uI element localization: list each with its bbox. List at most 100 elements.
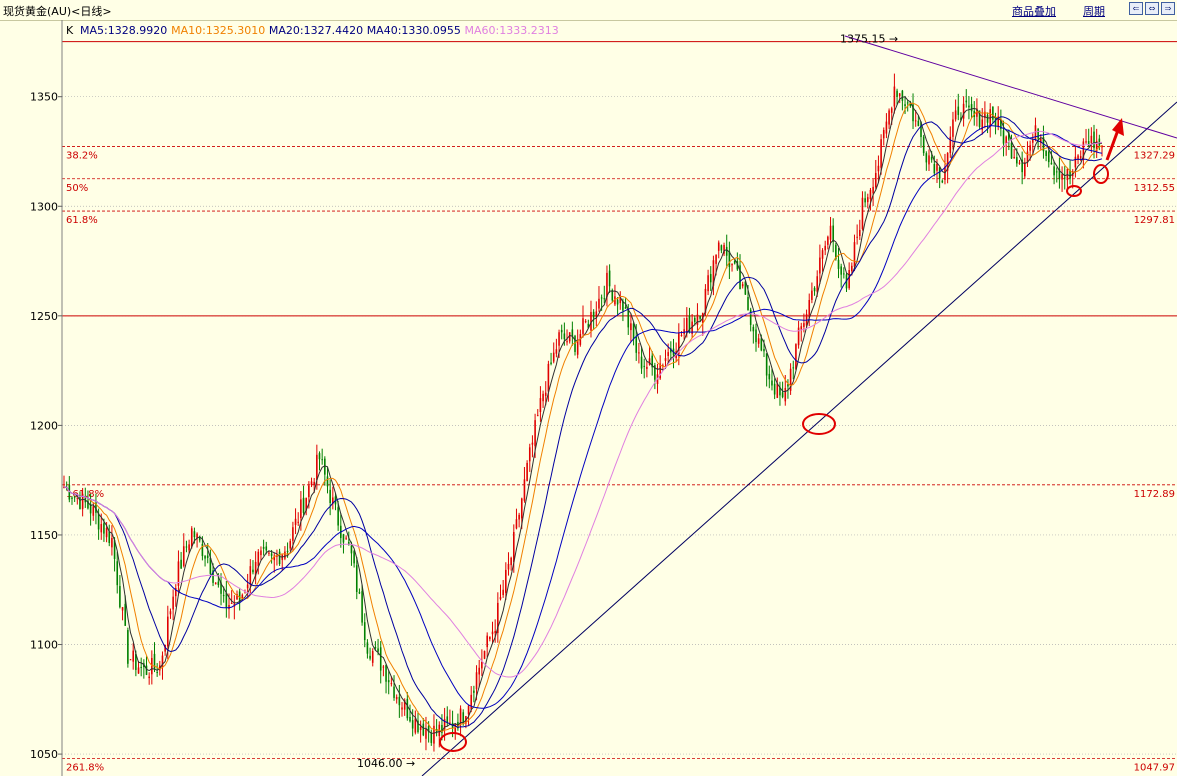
candle-body xyxy=(781,392,784,398)
candle-body xyxy=(214,582,217,584)
candle-body xyxy=(566,341,568,343)
candle-body xyxy=(379,647,382,671)
candle-body xyxy=(720,245,723,251)
candle-body xyxy=(92,506,95,516)
y-tick-label: 1250 xyxy=(30,310,58,323)
candle-body xyxy=(874,172,877,188)
candle-body xyxy=(840,266,842,275)
candle-body xyxy=(108,531,111,543)
fib-price-label: 1312.55 xyxy=(1134,183,1175,194)
candle-body xyxy=(222,595,225,597)
ma5-line xyxy=(63,96,1103,734)
fib-level-label: 61.8% xyxy=(66,215,98,226)
candle-body xyxy=(182,546,185,566)
legend-k-label: K xyxy=(66,24,74,37)
candle-body xyxy=(204,555,206,559)
y-tick-label: 1300 xyxy=(30,200,58,213)
candle-body xyxy=(938,167,941,179)
candle-body xyxy=(297,521,300,523)
y-tick-label: 1100 xyxy=(30,639,58,652)
fib-price-label: 1172.89 xyxy=(1134,489,1175,500)
candle-body xyxy=(914,120,917,122)
candle-body xyxy=(768,373,771,380)
candle-body xyxy=(1061,174,1063,180)
scroll-right-button[interactable]: ⇒ xyxy=(1161,2,1175,15)
candle-body xyxy=(145,665,148,675)
candle-body xyxy=(260,550,262,556)
candle-body xyxy=(97,513,100,530)
candle-body xyxy=(358,592,361,594)
candle-body xyxy=(355,565,358,593)
candlestick-chart[interactable]: 38.2%1327.2950%1312.5561.8%1297.81161.8%… xyxy=(0,20,1177,776)
ma-legend: K MA5:1328.9920 MA10:1325.3010 MA20:1327.44… xyxy=(66,24,559,37)
candle-body xyxy=(526,462,528,482)
candle-body xyxy=(185,546,188,548)
candle-body xyxy=(925,153,928,163)
candle-body xyxy=(188,544,190,551)
candle-body xyxy=(936,163,938,171)
chart-title: 现货黄金(AU)<日线> xyxy=(3,5,112,18)
ma40-line xyxy=(63,125,1103,709)
candle-body xyxy=(531,442,534,445)
chart-header: 现货黄金(AU)<日线> 商品叠加 周期 ⇐ ⇔ ⇒ xyxy=(0,0,1177,21)
candle-body xyxy=(148,676,150,679)
candle-body xyxy=(755,329,757,343)
zoom-button[interactable]: ⇔ xyxy=(1145,2,1159,15)
candle-body xyxy=(686,318,688,334)
candle-body xyxy=(930,157,933,160)
fib-level-label: 50% xyxy=(66,183,88,194)
candle-body xyxy=(284,551,286,559)
candle-body xyxy=(71,497,73,499)
candle-body xyxy=(725,246,728,256)
candle-body xyxy=(1045,150,1047,156)
candle-body xyxy=(329,489,331,503)
candle-body xyxy=(515,519,518,529)
candle-body xyxy=(552,352,555,362)
candle-body xyxy=(265,546,268,551)
candle-body xyxy=(1063,177,1066,179)
candle-body xyxy=(467,705,470,715)
candle-body xyxy=(699,315,701,319)
candle-body xyxy=(952,119,954,137)
candle-body xyxy=(313,481,315,485)
candle-body xyxy=(406,698,409,719)
candle-body xyxy=(523,479,526,501)
legend-ma3: MA40:1330.0955 xyxy=(367,24,461,37)
candle-body xyxy=(257,551,260,567)
candle-body xyxy=(252,569,254,573)
candle-body xyxy=(206,555,209,558)
candle-body xyxy=(893,86,896,107)
candle-body xyxy=(369,655,371,659)
candle-body xyxy=(528,447,531,462)
candle-body xyxy=(901,90,904,101)
candle-body xyxy=(829,225,832,240)
candle-body xyxy=(933,164,936,174)
moving-averages-layer xyxy=(63,96,1103,734)
candle-body xyxy=(520,498,523,519)
candle-body xyxy=(507,563,510,570)
candle-body xyxy=(116,561,119,586)
candle-body xyxy=(880,139,882,168)
candle-body xyxy=(861,197,864,230)
candle-body xyxy=(928,155,930,165)
candle-body xyxy=(813,287,816,292)
candle-body xyxy=(824,245,826,251)
legend-ma1: MA10:1325.3010 xyxy=(171,24,265,37)
candle-body xyxy=(872,186,874,194)
candle-body xyxy=(576,340,579,355)
period-link[interactable]: 周期 xyxy=(1083,3,1105,19)
candle-body xyxy=(957,106,960,115)
candle-body xyxy=(970,104,973,112)
candle-body xyxy=(337,507,339,526)
candle-body xyxy=(361,591,363,623)
candle-body xyxy=(151,657,153,675)
candle-body xyxy=(366,642,369,654)
candle-body xyxy=(486,635,488,648)
y-tick-label: 1200 xyxy=(30,419,58,432)
scroll-left-button[interactable]: ⇐ xyxy=(1129,2,1143,15)
commodity-overlay-link[interactable]: 商品叠加 xyxy=(1012,3,1056,19)
candle-body xyxy=(616,299,619,305)
candle-body xyxy=(241,594,244,599)
fib-price-label: 1047.97 xyxy=(1134,763,1175,774)
candle-body xyxy=(640,356,643,369)
